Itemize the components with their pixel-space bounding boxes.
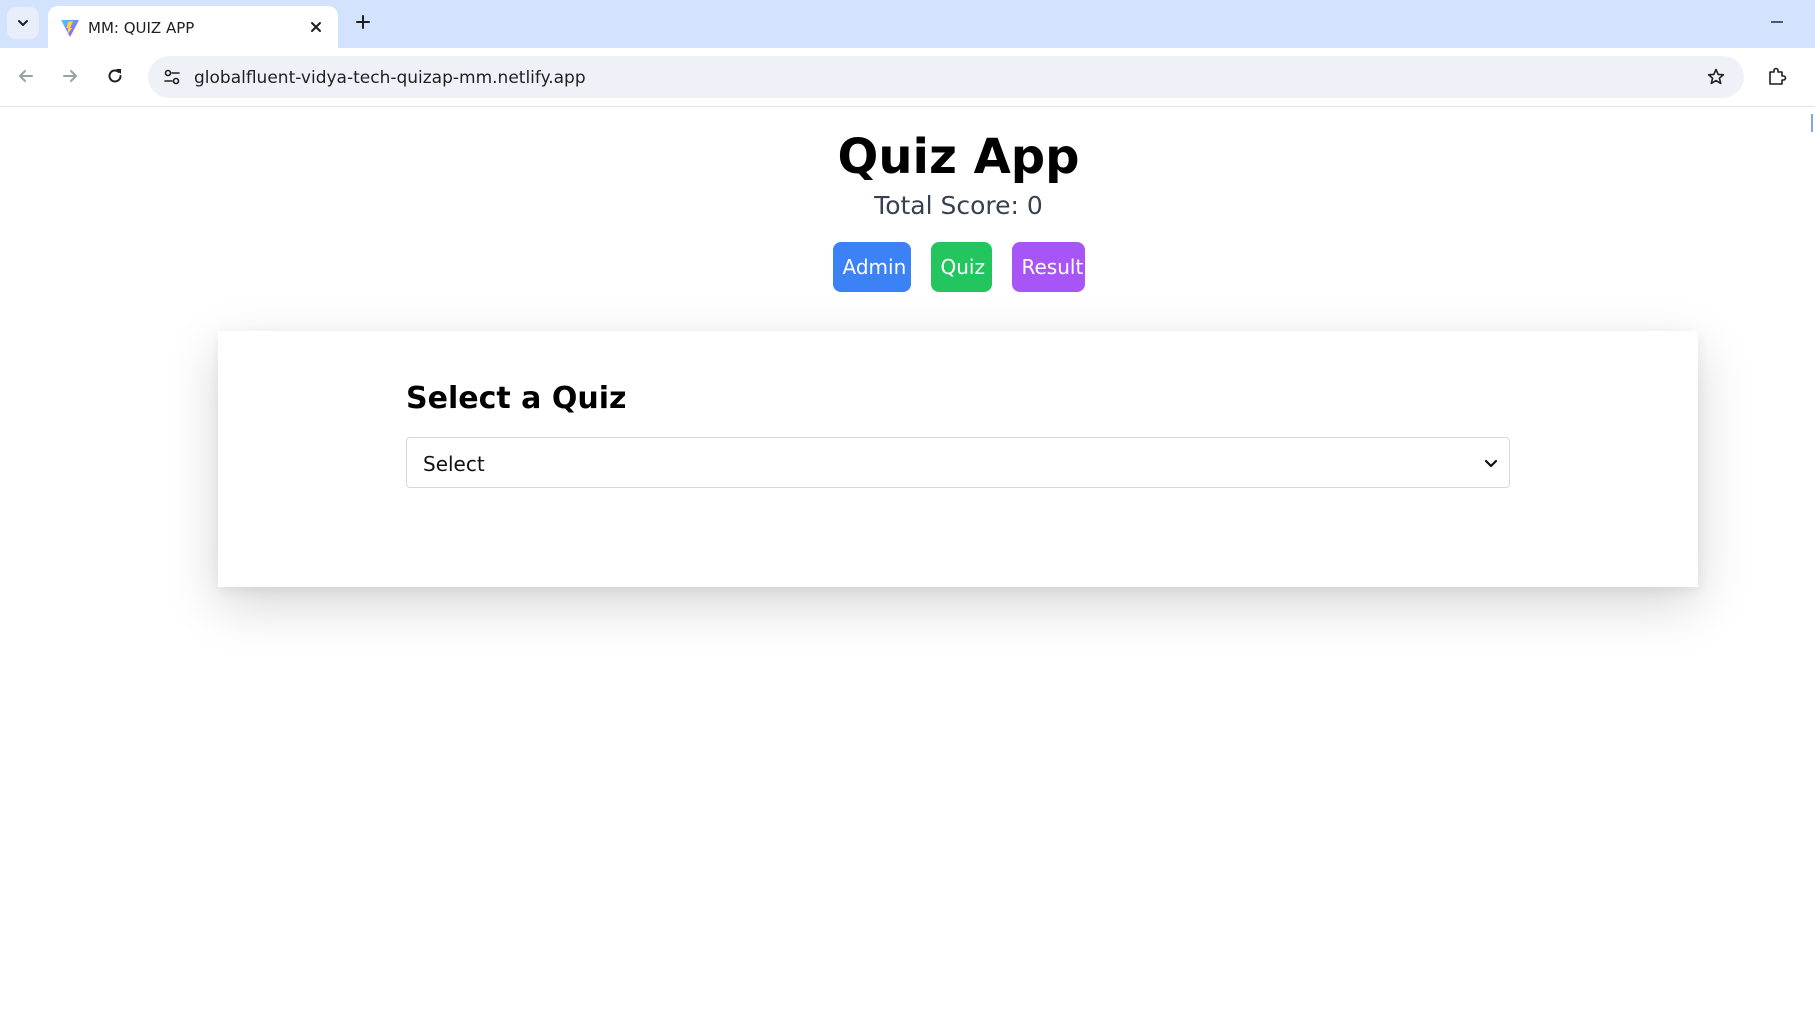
plus-icon: [356, 15, 370, 29]
tune-icon: [164, 69, 180, 85]
tab-search-button[interactable]: [7, 7, 39, 39]
arrow-right-icon: [63, 70, 77, 82]
forward-button[interactable]: [55, 61, 85, 91]
browser-tab-strip: MM: QUIZ APP: [0, 0, 1815, 48]
app-nav: Admin Quiz Result: [0, 242, 1815, 292]
result-button[interactable]: Result: [1011, 242, 1085, 292]
minimize-icon[interactable]: [1765, 10, 1789, 34]
browser-tab-active[interactable]: MM: QUIZ APP: [48, 6, 338, 48]
browser-toolbar: globalfluent-vidya-tech-quizap-mm.netlif…: [0, 48, 1815, 132]
new-tab-button[interactable]: [349, 8, 377, 36]
puzzle-icon: [1769, 67, 1787, 85]
page-content: Quiz App Total Score: 0 Admin Quiz Resul…: [0, 107, 1815, 1013]
quiz-button[interactable]: Quiz: [930, 242, 992, 292]
quiz-select-card: Select a Quiz Select: [218, 331, 1698, 587]
arrow-left-icon: [19, 70, 33, 82]
site-info-button[interactable]: [157, 62, 187, 92]
reload-button[interactable]: [100, 61, 130, 91]
reload-icon: [108, 69, 122, 83]
chevron-down-icon: [1484, 459, 1498, 468]
page-title: Quiz App: [837, 129, 1080, 185]
star-icon: [1707, 68, 1725, 85]
extensions-button[interactable]: [1762, 61, 1792, 91]
chevron-down-icon: [18, 20, 28, 26]
close-icon: [311, 22, 321, 32]
bookmark-button[interactable]: [1702, 63, 1730, 91]
vite-logo-icon: [61, 20, 79, 37]
tab-close-button[interactable]: [304, 15, 328, 39]
back-button[interactable]: [11, 61, 41, 91]
total-score: Total Score: 0: [874, 191, 1043, 220]
tab-title: MM: QUIZ APP: [88, 19, 195, 37]
select-quiz-heading: Select a Quiz: [406, 381, 627, 416]
admin-button[interactable]: Admin: [832, 242, 911, 292]
quiz-select-dropdown[interactable]: Select: [406, 437, 1510, 488]
url-text[interactable]: globalfluent-vidya-tech-quizap-mm.netlif…: [194, 68, 586, 88]
quiz-select-value: Select: [423, 452, 485, 476]
address-bar[interactable]: globalfluent-vidya-tech-quizap-mm.netlif…: [148, 56, 1744, 98]
